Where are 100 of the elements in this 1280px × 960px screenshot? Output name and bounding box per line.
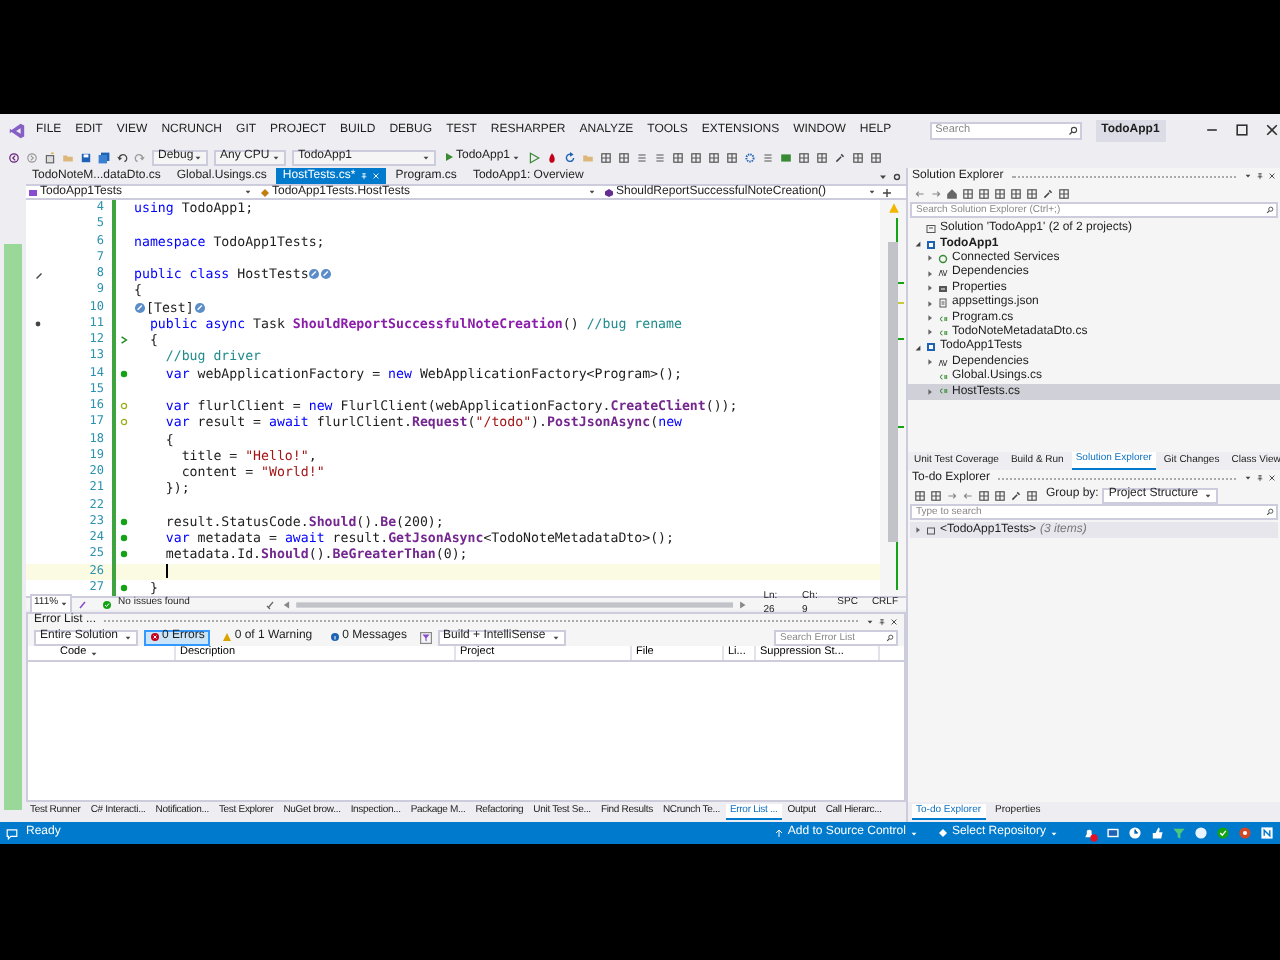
expanded-caret-icon[interactable] [914, 343, 922, 352]
arrow-left-icon[interactable] [962, 489, 974, 501]
tab-list-icon[interactable] [878, 172, 888, 182]
grid-icon[interactable] [600, 151, 613, 163]
csharp-file-icon [938, 386, 948, 397]
undo-icon[interactable] [116, 151, 128, 163]
grid-icon[interactable] [930, 489, 942, 501]
grid-icon[interactable] [852, 151, 865, 163]
grid-icon[interactable] [816, 151, 829, 163]
arrow-right-icon[interactable] [946, 489, 958, 501]
grid-icon[interactable] [870, 151, 883, 163]
new-item-icon[interactable] [44, 151, 56, 163]
brush-icon[interactable] [78, 599, 89, 609]
grid-icon[interactable] [1026, 489, 1038, 501]
maximize-icon[interactable] [1233, 122, 1250, 138]
search-icon[interactable] [1266, 206, 1274, 214]
search-icon[interactable] [1067, 125, 1078, 135]
save-all-icon[interactable] [98, 151, 110, 163]
wrench-icon[interactable] [1010, 489, 1022, 501]
wrench-icon[interactable] [1042, 187, 1054, 199]
csharp-file-icon [938, 313, 948, 324]
dependencies-icon [938, 268, 948, 279]
file-icon [938, 298, 948, 309]
grid-icon[interactable] [994, 489, 1006, 501]
project-icon [28, 187, 38, 197]
bullet-icon[interactable] [34, 319, 42, 328]
caret-icon [244, 188, 252, 196]
caret-icon [1050, 829, 1058, 837]
expanded-caret-icon[interactable] [914, 240, 922, 249]
hint-icon[interactable] [134, 301, 146, 314]
thumbs-up-icon[interactable] [1150, 826, 1164, 840]
collapsed-caret-icon[interactable] [926, 358, 934, 367]
close-icon[interactable] [890, 617, 898, 625]
grid-icon[interactable] [978, 489, 990, 501]
save-icon[interactable] [80, 151, 92, 163]
warning-icon [222, 632, 233, 642]
grid-icon[interactable] [672, 151, 685, 163]
check-circle-icon[interactable] [1216, 826, 1230, 840]
collapsed-caret-icon[interactable] [914, 526, 922, 534]
refresh-icon[interactable] [564, 151, 577, 163]
monitor-icon[interactable] [1106, 826, 1120, 840]
project-icon [926, 525, 936, 535]
grid-icon[interactable] [1026, 187, 1038, 199]
pin-icon[interactable] [878, 617, 886, 625]
visual-studio-logo-icon[interactable] [8, 121, 26, 139]
wrench-icon[interactable] [834, 151, 847, 163]
search-icon[interactable] [886, 633, 894, 641]
grid-icon[interactable] [618, 151, 631, 163]
project-icon [926, 239, 936, 250]
play-outline-icon[interactable] [528, 151, 541, 163]
back-arrow-icon[interactable] [8, 151, 20, 163]
globe-icon[interactable] [1194, 826, 1208, 840]
grid-icon[interactable] [962, 187, 974, 199]
grid-icon[interactable] [798, 151, 811, 163]
grid-icon[interactable] [708, 151, 721, 163]
pencil-icon[interactable] [33, 269, 43, 280]
caret-icon [551, 633, 560, 641]
caret-icon [194, 153, 202, 161]
grid-icon[interactable] [994, 187, 1006, 199]
grid-icon[interactable] [1010, 187, 1022, 199]
message-icon [330, 632, 341, 642]
redo-icon[interactable] [134, 151, 146, 163]
grid-icon[interactable] [726, 151, 739, 163]
caret-icon [588, 188, 596, 196]
close-icon [371, 172, 380, 180]
close-icon[interactable] [1268, 172, 1276, 180]
flame-icon[interactable] [546, 151, 559, 163]
add-icon[interactable] [882, 187, 892, 197]
grid-icon[interactable] [1058, 187, 1070, 199]
grid-icon[interactable] [914, 489, 926, 501]
horizontal-scrollbar[interactable] [282, 599, 748, 609]
hint-icon[interactable] [320, 268, 333, 281]
pin-icon[interactable] [1256, 474, 1264, 482]
close-icon[interactable] [1263, 122, 1280, 138]
close-icon[interactable] [1268, 474, 1276, 482]
gear-icon[interactable] [744, 151, 757, 163]
menu-caret-icon[interactable] [866, 617, 874, 625]
menu-caret-icon[interactable] [1244, 172, 1252, 180]
csharp-file-icon [938, 327, 948, 338]
coverage-dot-icon [120, 517, 128, 526]
vertical-scrollbar[interactable] [883, 218, 903, 590]
hint-icon[interactable] [193, 301, 206, 314]
pin-icon [359, 172, 368, 180]
clock-icon[interactable] [1128, 826, 1142, 840]
image-icon[interactable] [780, 151, 793, 163]
grid-icon[interactable] [978, 187, 990, 199]
record-icon[interactable] [1238, 826, 1252, 840]
menu-caret-icon[interactable] [1244, 474, 1252, 482]
caret-icon [60, 600, 69, 608]
pin-icon[interactable] [1256, 172, 1264, 180]
grid-icon[interactable] [690, 151, 703, 163]
ncrunch-icon[interactable] [1260, 826, 1274, 840]
play-icon [444, 152, 454, 162]
arrow-left-icon[interactable] [914, 187, 926, 199]
hint-icon[interactable] [308, 268, 321, 281]
search-icon[interactable] [1266, 508, 1274, 516]
collapsed-caret-icon[interactable] [926, 387, 934, 396]
settings-icon[interactable] [892, 172, 902, 182]
arrow-right-icon[interactable] [930, 187, 942, 199]
filter-icon[interactable] [419, 631, 432, 643]
